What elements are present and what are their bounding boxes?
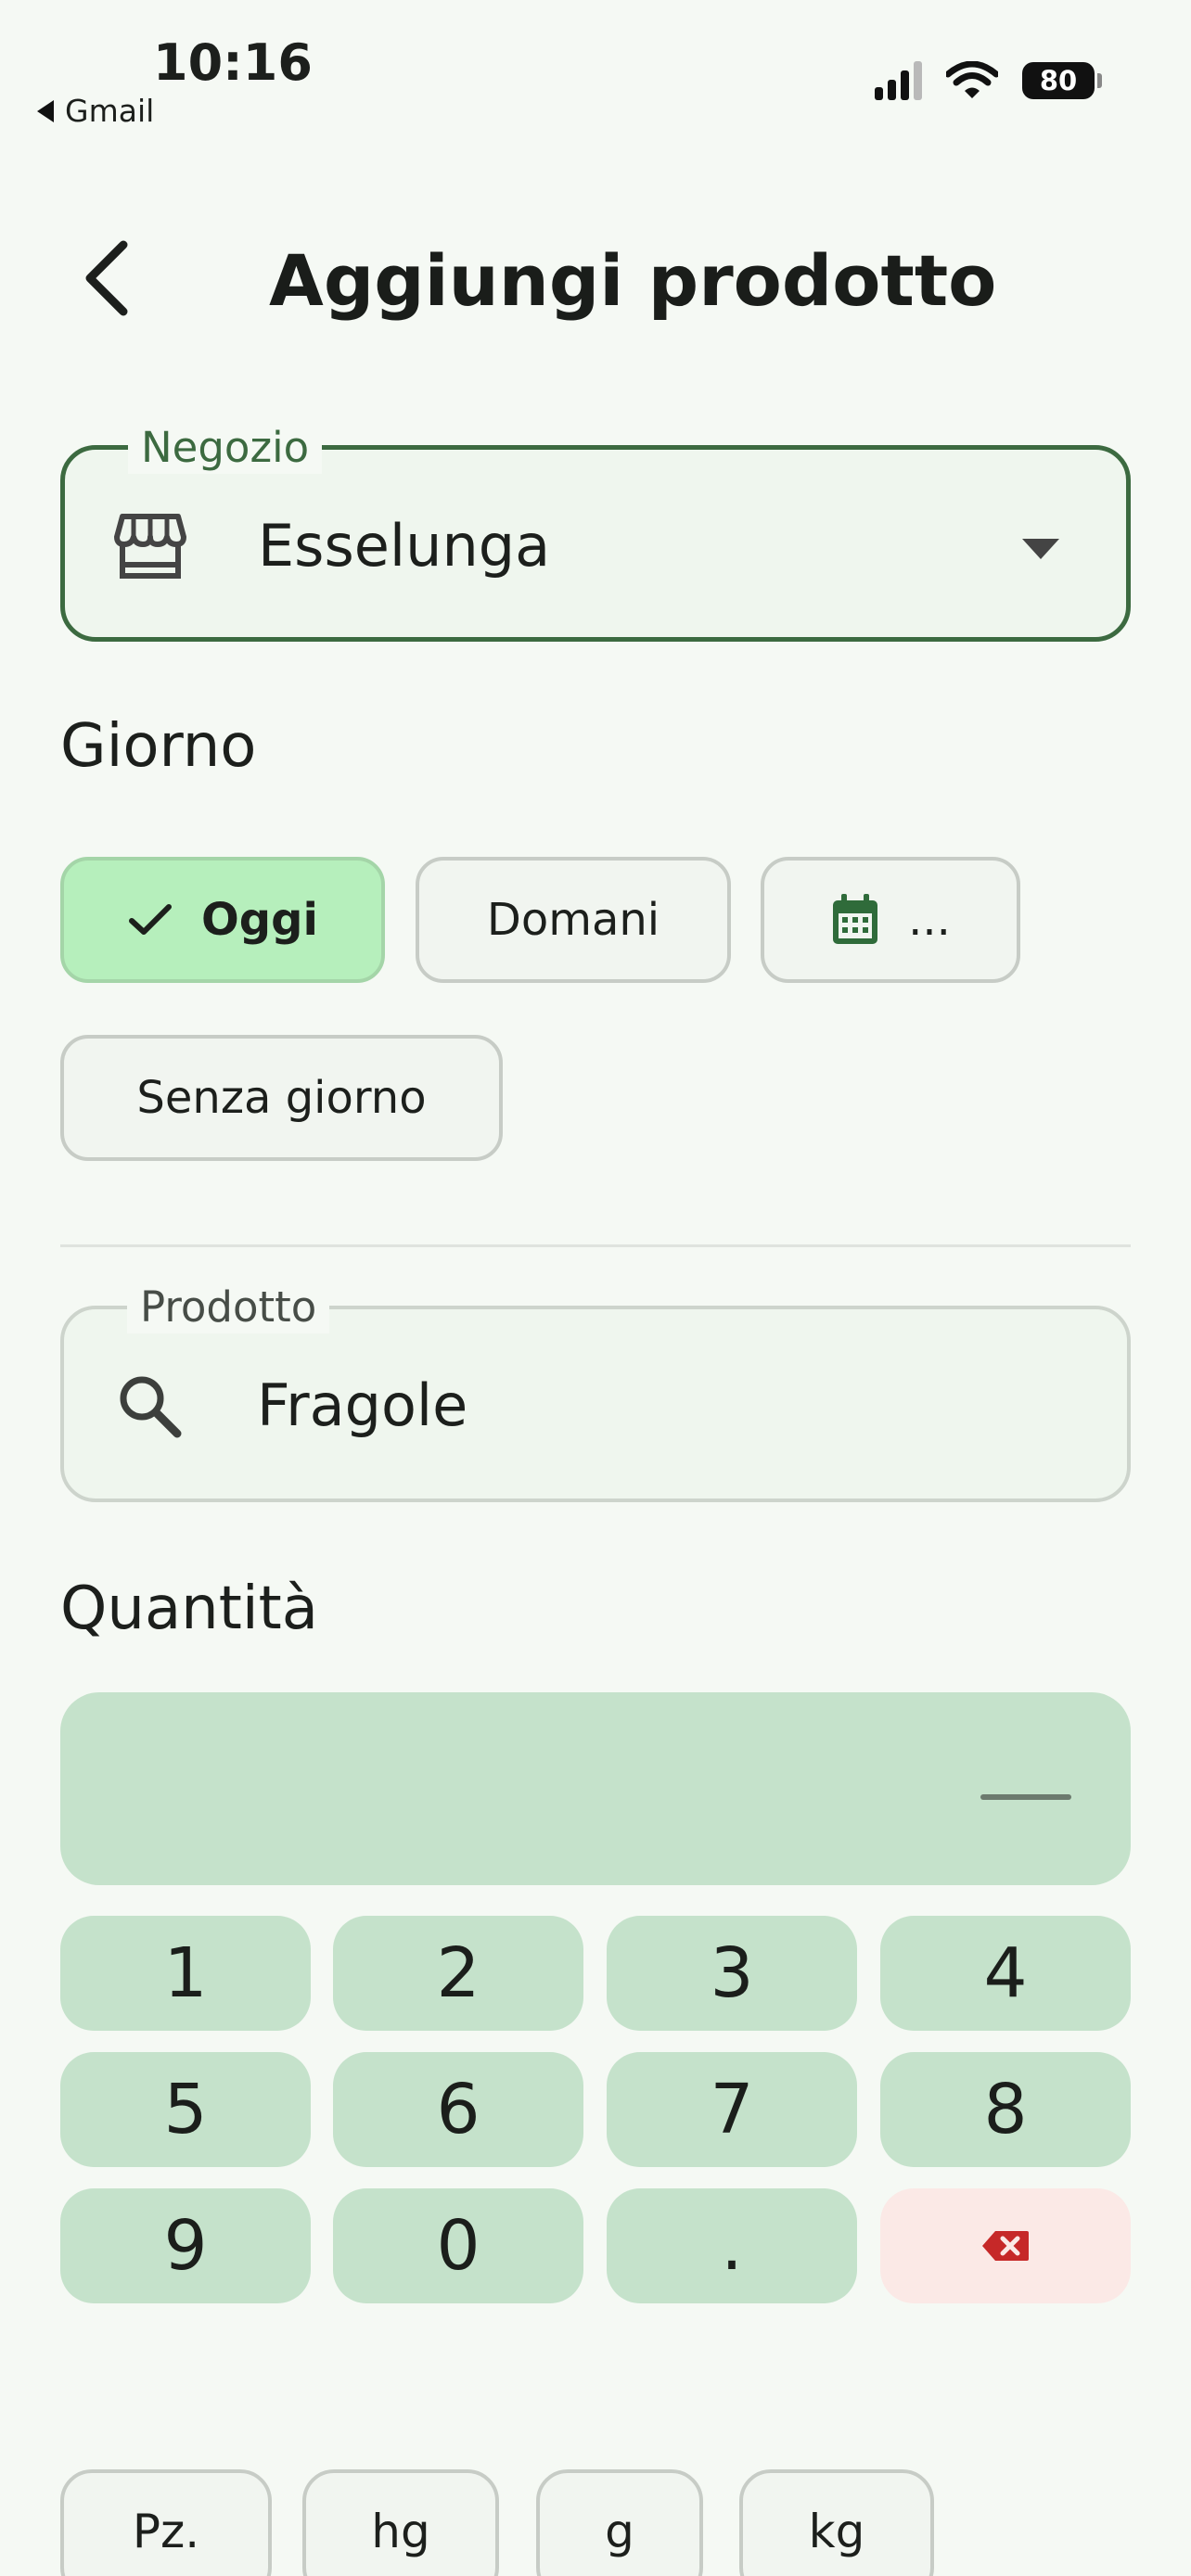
key-8[interactable]: 8: [880, 2052, 1131, 2167]
day-section-label: Giorno: [60, 712, 257, 781]
back-triangle-icon: [37, 99, 54, 122]
search-icon: [110, 1367, 188, 1445]
cellular-signal-icon: [875, 61, 922, 100]
back-button[interactable]: [65, 236, 148, 320]
product-field-label: Prodotto: [127, 1282, 330, 1333]
check-icon: [129, 904, 172, 935]
chip-today-label: Oggi: [201, 894, 318, 946]
product-value: Fragole: [257, 1371, 468, 1439]
status-time: 10:16: [153, 33, 313, 92]
unit-kg[interactable]: kg: [739, 2469, 934, 2576]
key-7[interactable]: 7: [607, 2052, 857, 2167]
back-to-app[interactable]: Gmail: [37, 93, 154, 129]
unit-g[interactable]: g: [536, 2469, 703, 2576]
key-1[interactable]: 1: [60, 1916, 311, 2031]
calendar-icon: [833, 894, 878, 944]
store-field-label: Negozio: [128, 422, 323, 474]
page-title: Aggiungi prodotto: [269, 239, 997, 322]
backspace-icon: [982, 2231, 1029, 2261]
product-search-field[interactable]: Prodotto Fragole: [60, 1282, 1131, 1502]
chip-pick-date[interactable]: ...: [761, 857, 1020, 983]
back-app-label: Gmail: [65, 93, 155, 129]
key-9[interactable]: 9: [60, 2188, 311, 2303]
wifi-icon: [946, 61, 998, 98]
dropdown-arrow-icon: [1022, 539, 1059, 559]
key-5[interactable]: 5: [60, 2052, 311, 2167]
chip-today[interactable]: Oggi: [60, 857, 385, 983]
quantity-display: [60, 1692, 1131, 1885]
key-4[interactable]: 4: [880, 1916, 1131, 2031]
store-dropdown[interactable]: Negozio Esselunga: [60, 422, 1131, 642]
battery-icon: 80: [1022, 62, 1102, 99]
chip-tomorrow[interactable]: Domani: [416, 857, 731, 983]
section-divider: [60, 1244, 1131, 1247]
unit-pieces[interactable]: Pz.: [60, 2469, 272, 2576]
key-2[interactable]: 2: [333, 1916, 583, 2031]
chip-no-day[interactable]: Senza giorno: [60, 1035, 503, 1161]
chevron-left-icon: [85, 240, 128, 316]
status-indicators: 80: [875, 61, 1102, 100]
chip-tomorrow-label: Domani: [486, 894, 660, 946]
add-product-screen: 10:16 Gmail 80 Aggiungi prodotto Negozio: [0, 0, 1191, 2576]
quantity-section-label: Quantità: [60, 1575, 318, 1643]
chip-pick-date-label: ...: [908, 894, 951, 946]
key-decimal[interactable]: .: [607, 2188, 857, 2303]
store-icon: [111, 507, 189, 585]
key-6[interactable]: 6: [333, 2052, 583, 2167]
key-3[interactable]: 3: [607, 1916, 857, 2031]
empty-quantity-placeholder: [980, 1794, 1071, 1800]
key-0[interactable]: 0: [333, 2188, 583, 2303]
store-value: Esselunga: [258, 512, 551, 580]
chip-no-day-label: Senza giorno: [136, 1072, 427, 1124]
unit-hg[interactable]: hg: [302, 2469, 499, 2576]
backspace-key[interactable]: [880, 2188, 1131, 2303]
